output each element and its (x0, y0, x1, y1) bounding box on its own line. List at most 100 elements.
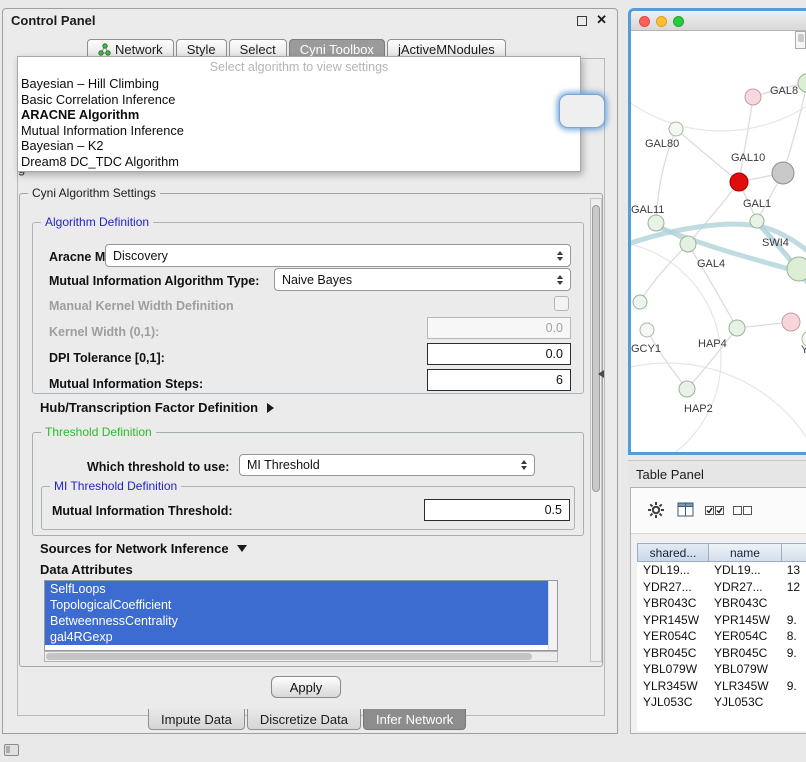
tab-discretize-data[interactable]: Discretize Data (247, 709, 361, 730)
table-header-row: shared... name (637, 543, 806, 562)
mi-steps-field[interactable]: 6 (427, 369, 571, 391)
algorithm-option[interactable]: Bayesian – K2 (18, 138, 580, 154)
mi-threshold-field[interactable]: 0.5 (424, 499, 570, 521)
algorithm-option[interactable]: Basic Correlation Inference (18, 92, 580, 108)
control-panel-titlebar: Control Panel ✕ (3, 9, 617, 33)
node-gal11[interactable] (648, 215, 664, 231)
algorithm-combobox-end[interactable] (559, 94, 605, 128)
gear-icon[interactable] (647, 501, 665, 519)
tab-impute-data[interactable]: Impute Data (148, 709, 245, 730)
attribute-item-selected[interactable]: gal4RGexp (45, 629, 548, 645)
panel-dock-icon[interactable] (4, 744, 19, 756)
hub-tf-section-toggle[interactable]: Hub/Transcription Factor Definition (40, 400, 274, 415)
close-icon[interactable]: ✕ (596, 12, 607, 28)
which-threshold-combobox[interactable]: MI Threshold (239, 454, 535, 476)
data-attributes-label: Data Attributes (40, 562, 133, 577)
node-label: HAP4 (698, 338, 727, 350)
node-swi4[interactable] (787, 257, 806, 281)
algorithm-option[interactable]: Bayesian – Hill Climbing (18, 76, 580, 92)
node-gcy1[interactable] (640, 323, 654, 337)
algorithm-option[interactable]: Mutual Information Inference (18, 123, 580, 139)
select-all-icon[interactable] (705, 506, 725, 516)
mi-algorithm-type-combobox[interactable]: Naive Bayes (274, 268, 571, 291)
node-label: GAL8 (770, 85, 798, 97)
mi-threshold-definition-group: MI Threshold Definition Mutual Informati… (41, 486, 575, 530)
node-label: GAL80 (645, 138, 679, 150)
settings-scrollbar-thumb[interactable] (592, 205, 600, 492)
node-gal4[interactable] (680, 236, 696, 252)
data-attributes-list: SelfLoops TopologicalCoefficient Between… (44, 580, 558, 651)
network-window-titlebar[interactable] (631, 11, 806, 31)
table-row[interactable]: YBR045CYBR045C9. (637, 645, 806, 662)
node[interactable] (745, 89, 761, 105)
attributes-vertical-scrollbar[interactable] (548, 581, 557, 650)
algorithm-option[interactable]: Dream8 DC_TDC Algorithm (18, 154, 580, 170)
table-row[interactable]: YBR043CYBR043C (637, 595, 806, 612)
splitter-collapse-icon[interactable] (598, 370, 604, 378)
network-graph: GAL8 GAL80 GAL10 GAL11 GAL1 SWI4 GAL4 GC… (631, 31, 806, 452)
sources-section-toggle[interactable]: Sources for Network Inference (40, 541, 247, 556)
node[interactable] (782, 313, 800, 331)
manual-kernel-width-checkbox[interactable] (554, 296, 569, 311)
table-row[interactable]: YPR145WYPR145W9. (637, 612, 806, 629)
attributes-horizontal-scrollbar[interactable] (44, 651, 558, 662)
table-row[interactable]: YBL079WYBL079W (637, 661, 806, 678)
close-traffic-light-icon[interactable] (639, 16, 650, 27)
canvas-scrollbar-thumb[interactable] (798, 34, 804, 42)
node-gal80[interactable] (669, 122, 683, 136)
hub-tf-section-label: Hub/Transcription Factor Definition (40, 400, 258, 415)
table-row[interactable]: YDR27...YDR27...12 (637, 579, 806, 596)
column-header-name[interactable]: name (708, 543, 781, 562)
group-title: Cyni Algorithm Settings (28, 186, 160, 200)
control-panel-window: Control Panel ✕ Network Style Select Cyn… (2, 8, 618, 734)
node[interactable] (772, 162, 794, 184)
table-panel-toolbar (631, 488, 806, 534)
table-row[interactable]: YDL19...YDL19...13 (637, 562, 806, 579)
group-title: MI Threshold Definition (50, 479, 181, 493)
network-canvas[interactable]: GAL8 GAL80 GAL10 GAL11 GAL1 SWI4 GAL4 GC… (631, 31, 806, 452)
node-gal1[interactable] (750, 214, 764, 228)
zoom-traffic-light-icon[interactable] (673, 16, 684, 27)
mi-threshold-label: Mutual Information Threshold: (52, 504, 233, 518)
table-row[interactable]: YER054CYER054C8. (637, 628, 806, 645)
aracne-mode-combobox[interactable]: Discovery (105, 244, 571, 267)
node-hap2[interactable] (679, 381, 695, 397)
node-label: SWI4 (762, 237, 789, 249)
table-row[interactable]: YJL053CYJL053C (637, 694, 806, 706)
mi-algorithm-type-label: Mutual Information Algorithm Type: (49, 274, 259, 288)
attribute-item-selected[interactable]: TopologicalCoefficient (45, 597, 548, 613)
column-header-shared-name[interactable]: shared... (637, 543, 708, 562)
node-gal10[interactable] (730, 173, 748, 191)
combobox-value: Naive Bayes (282, 273, 352, 287)
dpi-tolerance-field[interactable]: 0.0 (427, 343, 571, 365)
column-header-partial[interactable] (781, 543, 806, 562)
tab-label: Select (240, 42, 276, 57)
node-label: GAL1 (743, 198, 771, 210)
algorithm-option-selected[interactable]: ARACNE Algorithm (18, 107, 580, 123)
cyni-algorithm-settings-group: Cyni Algorithm Settings Algorithm Defini… (19, 193, 603, 667)
attribute-item-selected[interactable]: SelfLoops (45, 581, 548, 597)
settings-scrollbar[interactable] (590, 198, 602, 662)
node-hap4[interactable] (729, 320, 745, 336)
algorithm-dropdown-popup: Select algorithm to view settings Bayesi… (17, 56, 581, 172)
node-gal8[interactable] (798, 74, 806, 92)
deselect-all-icon[interactable] (733, 506, 753, 516)
kernel-width-field[interactable]: 0.0 (427, 317, 571, 339)
apply-button[interactable]: Apply (271, 676, 341, 698)
table-panel-titlebar: Table Panel (628, 460, 806, 486)
minimize-traffic-light-icon[interactable] (656, 16, 667, 27)
table-row[interactable]: YLR345WYLR345W9. (637, 678, 806, 695)
attribute-item-selected[interactable]: BetweennessCentrality (45, 613, 548, 629)
columns-icon[interactable] (677, 502, 695, 518)
node-label: Y (801, 344, 806, 356)
node[interactable] (633, 295, 647, 309)
table-rows: YDL19...YDL19...13 YDR27...YDR27...12 YB… (637, 562, 806, 706)
canvas-scrollbar[interactable] (795, 31, 806, 49)
attributes-hscroll-thumb[interactable] (46, 653, 532, 660)
dpi-tolerance-label: DPI Tolerance [0,1]: (49, 351, 165, 365)
float-window-icon[interactable] (577, 16, 587, 26)
collapse-down-icon (237, 545, 247, 552)
node-table: shared... name YDL19...YDL19...13 YDR27.… (637, 543, 806, 731)
tab-infer-network[interactable]: Infer Network (363, 709, 466, 730)
popup-placeholder: Select algorithm to view settings (18, 59, 580, 76)
